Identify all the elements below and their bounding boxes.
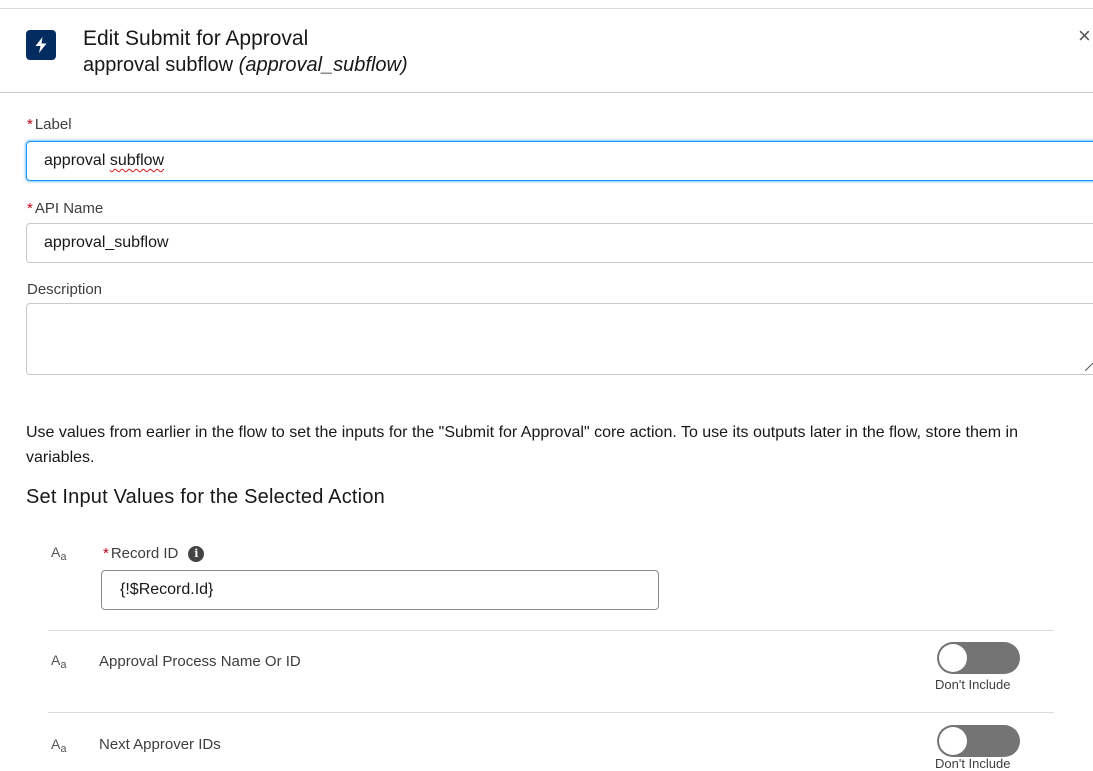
info-icon[interactable]: i <box>188 546 205 562</box>
next-approver-toggle[interactable] <box>937 725 1020 757</box>
text-type-icon: Aa <box>51 736 66 755</box>
label-input-value-misspelled: subflow <box>109 152 165 169</box>
type-icon-small: a <box>60 551 67 563</box>
modal-title: Edit Submit for Approval <box>83 27 309 50</box>
type-icon-big: A <box>51 652 61 668</box>
label-input-value: approval <box>44 152 110 169</box>
type-icon-small: a <box>60 659 67 671</box>
subtitle-name: approval subflow <box>83 54 234 76</box>
required-marker: * <box>27 116 33 133</box>
required-marker: * <box>27 200 33 217</box>
label-input[interactable]: approval subflow <box>26 141 1093 181</box>
api-name-field-label: * API Name <box>27 200 103 217</box>
divider <box>48 630 1054 631</box>
approval-process-toggle[interactable] <box>937 642 1020 674</box>
close-icon[interactable]: × <box>1078 23 1091 49</box>
type-icon-big: A <box>51 544 61 560</box>
section-title: Set Input Values for the Selected Action <box>26 486 385 508</box>
text-type-icon: Aa <box>51 652 66 671</box>
modal-subtitle: approval subflow (approval_subflow) <box>83 54 408 77</box>
description-field-label: Description <box>27 281 103 298</box>
label-field-label: * Label <box>27 116 72 133</box>
api-name-field-label-text: API Name <box>34 200 104 217</box>
label-field-label-text: Label <box>34 116 72 133</box>
type-icon-small: a <box>60 743 67 755</box>
record-id-label: * Record ID i <box>103 545 205 562</box>
help-text: Use values from earlier in the flow to s… <box>26 424 1018 466</box>
subtitle-api-name: (approval_subflow) <box>238 54 408 76</box>
description-textarea[interactable] <box>26 303 1093 375</box>
toggle-knob <box>939 644 967 672</box>
approval-process-label: Approval Process Name Or ID <box>99 653 301 670</box>
text-type-icon: Aa <box>51 544 66 563</box>
record-id-label-text: Record ID <box>110 545 179 562</box>
toggle-knob <box>939 727 967 755</box>
type-icon-big: A <box>51 736 61 752</box>
modal-header: Edit Submit for Approval approval subflo… <box>0 9 1093 93</box>
divider <box>48 712 1054 713</box>
required-marker: * <box>103 545 109 562</box>
approval-process-toggle-text: Don't Include <box>935 677 1011 692</box>
resize-handle-icon[interactable] <box>1085 363 1093 371</box>
api-name-input[interactable]: approval_subflow <box>26 223 1093 263</box>
next-approver-label: Next Approver IDs <box>99 736 221 753</box>
flow-lightning-icon <box>26 30 56 60</box>
record-id-input[interactable]: {!$Record.Id} <box>101 570 659 610</box>
